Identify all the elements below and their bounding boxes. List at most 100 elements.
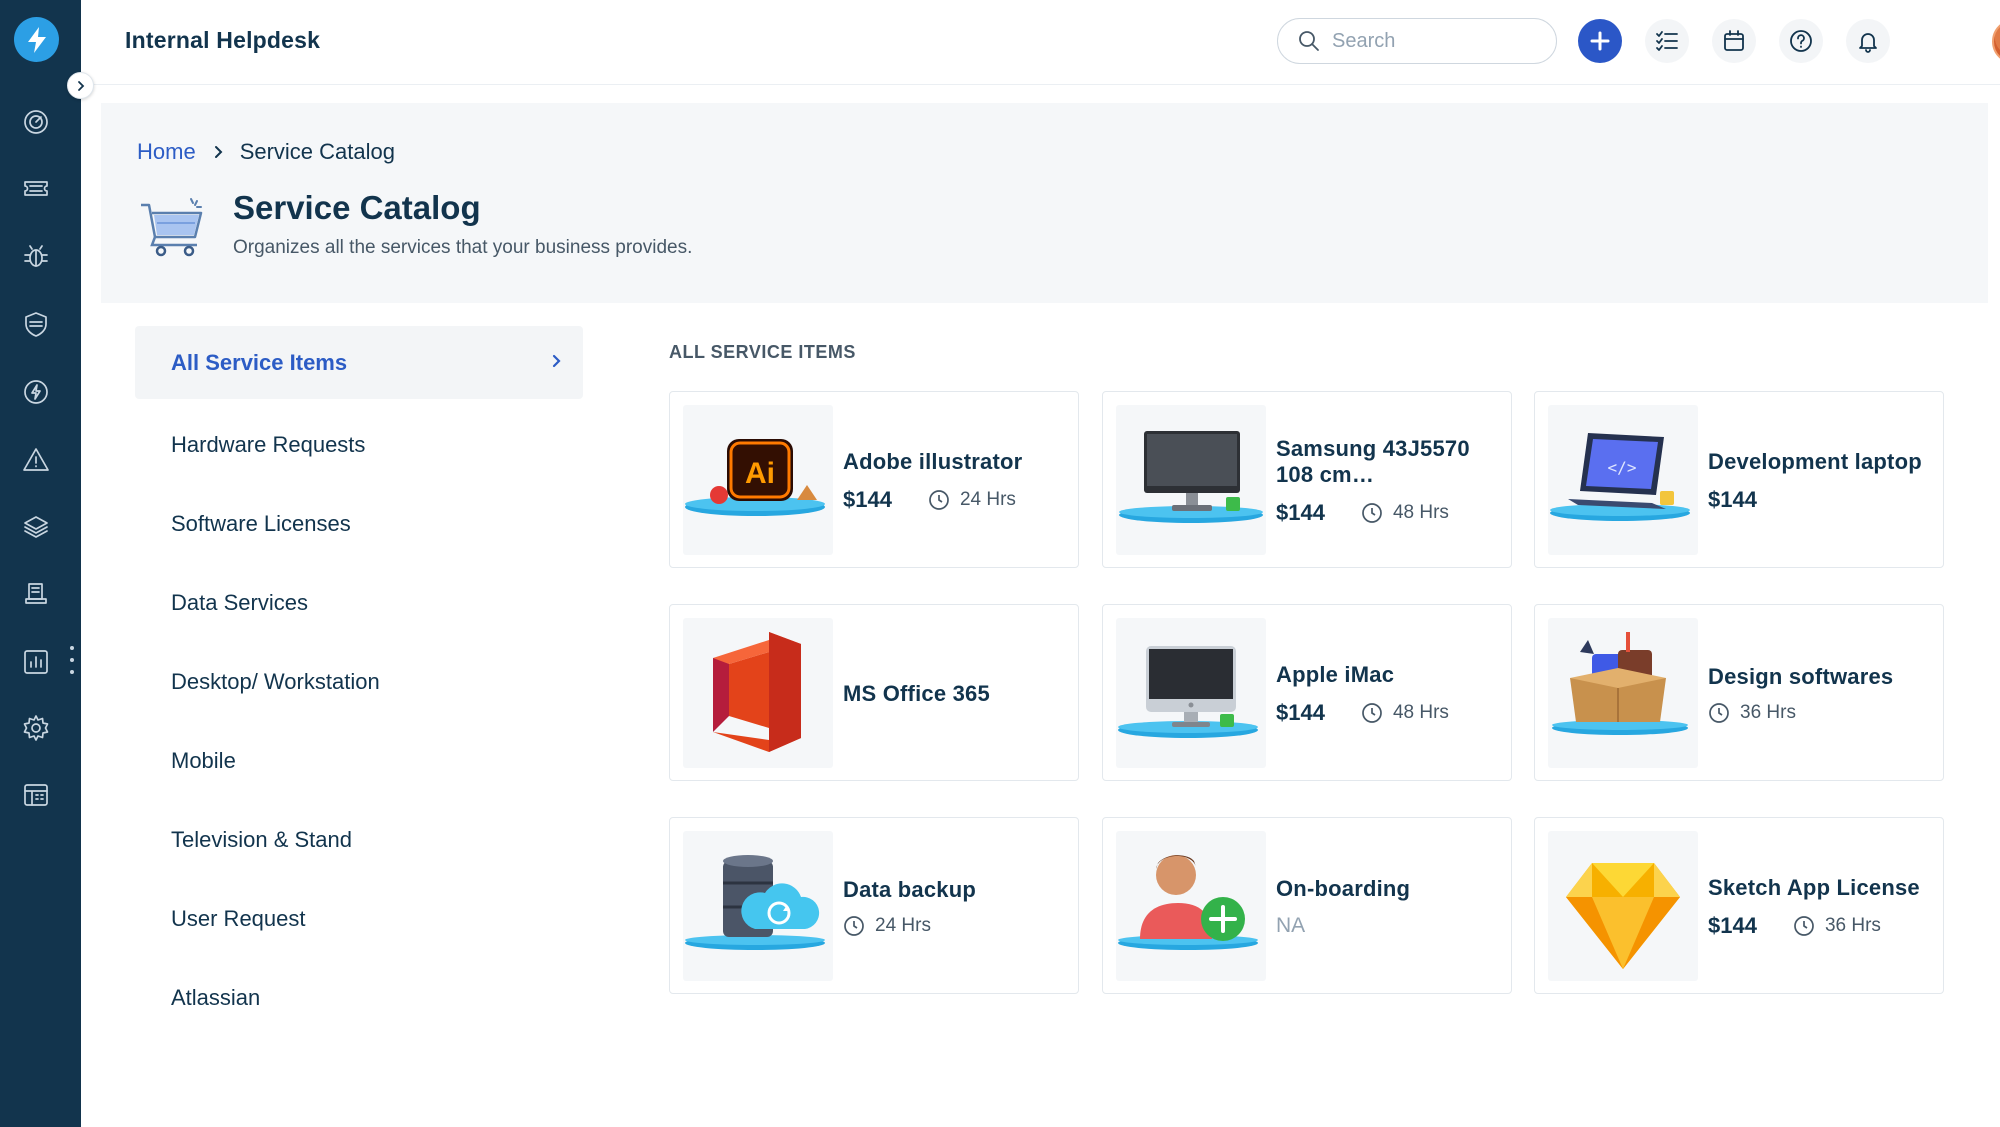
service-item-time-label: 24 Hrs — [875, 914, 931, 936]
service-item-name: Data backup — [843, 876, 977, 902]
category-all-service-items[interactable]: All Service Items — [135, 326, 583, 399]
changes-shield-icon[interactable] — [0, 300, 72, 348]
imac-icon — [1116, 618, 1266, 768]
service-item-name: MS Office 365 — [843, 680, 990, 706]
chevron-right-icon — [212, 145, 224, 159]
service-item-name: Adobe illustrator — [843, 448, 1023, 474]
clock-icon — [1794, 915, 1814, 936]
notifications-button[interactable] — [1846, 19, 1890, 63]
calendar-icon — [1724, 30, 1744, 51]
category-software-licenses[interactable]: Software Licenses — [135, 484, 583, 563]
service-item-name: Sketch App License — [1708, 874, 1920, 900]
monitor-icon — [1116, 405, 1266, 555]
service-item-card[interactable]: Sketch App License $144 36 Hrs — [1534, 817, 1944, 994]
service-item-card[interactable]: Apple iMac $144 48 Hrs — [1102, 604, 1512, 781]
section-label: ALL SERVICE ITEMS — [669, 342, 856, 362]
page-description: Organizes all the services that your bus… — [233, 237, 693, 258]
service-item-name: Apple iMac — [1276, 661, 1395, 687]
service-item-time: 48 Hrs — [1361, 502, 1449, 524]
help-question-icon — [1790, 30, 1812, 52]
todo-list-button[interactable] — [1645, 19, 1689, 63]
service-item-price: $144 — [1276, 499, 1325, 525]
more-options-icon[interactable] — [68, 646, 76, 674]
top-header: Internal Helpdesk — [81, 0, 2000, 85]
breadcrumb-current: Service Catalog — [239, 139, 395, 164]
search-box[interactable] — [1277, 18, 1557, 64]
breadcrumb-home-link[interactable]: Home — [137, 139, 196, 165]
service-item-time-label: 24 Hrs — [959, 488, 1016, 510]
ms-office-icon — [683, 618, 833, 768]
shopping-cart-icon — [141, 198, 203, 257]
category-television-stand[interactable]: Television & Stand — [135, 800, 583, 879]
service-item-name: Design softwares — [1708, 663, 1894, 689]
category-label: Atlassian — [171, 984, 261, 1010]
service-item-card[interactable]: Data backup 24 Hrs — [669, 817, 1079, 994]
design-box-icon — [1548, 618, 1698, 768]
calendar-button[interactable] — [1712, 19, 1756, 63]
service-item-price: $144 — [843, 486, 892, 512]
search-input[interactable] — [1332, 29, 1532, 53]
chevron-right-icon — [552, 354, 561, 368]
svg-text:</>: </> — [1608, 458, 1637, 477]
service-item-time-label: 36 Hrs — [1824, 914, 1881, 936]
plus-icon — [1590, 31, 1610, 51]
category-data-services[interactable]: Data Services — [135, 563, 583, 642]
clock-icon — [1709, 702, 1729, 723]
service-item-time: 36 Hrs — [1708, 702, 1796, 724]
user-avatar[interactable] — [1992, 19, 2000, 64]
category-desktop-workstation[interactable]: Desktop/ Workstation — [135, 642, 583, 721]
service-item-name: On-boarding — [1276, 875, 1411, 901]
clock-icon — [1362, 702, 1382, 723]
service-item-card[interactable]: MS Office 365 — [669, 604, 1079, 781]
breadcrumb: Home Service Catalog — [137, 139, 395, 165]
service-item-time-label: 48 Hrs — [1392, 501, 1449, 523]
service-item-time-label: 48 Hrs — [1392, 701, 1449, 723]
bell-icon — [1859, 33, 1877, 53]
category-label: Television & Stand — [171, 826, 352, 852]
service-item-name: Development laptop — [1708, 448, 1922, 474]
category-user-request[interactable]: User Request — [135, 879, 583, 958]
category-atlassian[interactable]: Atlassian — [135, 958, 583, 1037]
checklist-icon — [1656, 31, 1678, 51]
app-title: Internal Helpdesk — [125, 27, 321, 53]
alerts-warning-icon[interactable] — [0, 436, 72, 484]
clock-icon — [929, 489, 949, 510]
service-item-card[interactable]: Design softwares 36 Hrs — [1534, 604, 1944, 781]
service-item-price: $144 — [1708, 486, 1757, 512]
app-logo-icon[interactable] — [14, 17, 59, 62]
left-nav-rail — [0, 0, 81, 1127]
sketch-diamond-icon — [1548, 831, 1698, 981]
service-item-time: 24 Hrs — [928, 489, 1016, 511]
dashboard-icon[interactable] — [0, 98, 72, 146]
category-label: Hardware Requests — [171, 431, 366, 457]
apps-grid-icon[interactable] — [0, 771, 72, 819]
category-label: All Service Items — [171, 349, 348, 375]
category-mobile[interactable]: Mobile — [135, 721, 583, 800]
reports-chart-icon[interactable] — [0, 638, 72, 686]
category-label: Software Licenses — [171, 510, 351, 536]
page-header: Home Service Catalog Service Catalog Org… — [101, 103, 1988, 303]
laptop-icon: </> — [1548, 405, 1698, 555]
solutions-book-icon[interactable] — [0, 570, 72, 618]
cloud-backup-icon — [683, 831, 833, 981]
assets-layers-icon[interactable] — [0, 503, 72, 551]
tickets-icon[interactable] — [0, 164, 72, 212]
category-label: Desktop/ Workstation — [171, 668, 380, 694]
admin-settings-gear-icon[interactable] — [0, 704, 72, 752]
service-item-card[interactable]: </> Development laptop $144 — [1534, 391, 1944, 568]
problems-bug-icon[interactable] — [0, 232, 72, 280]
category-hardware-requests[interactable]: Hardware Requests — [135, 405, 583, 484]
help-button[interactable] — [1779, 19, 1823, 63]
service-item-card[interactable]: Samsung 43J5570 108 cm… $144 48 Hrs — [1102, 391, 1512, 568]
service-item-price: $144 — [1276, 699, 1325, 725]
category-label: Data Services — [171, 589, 308, 615]
expand-sidebar-chevron-icon[interactable] — [67, 72, 94, 99]
search-icon — [1299, 31, 1319, 51]
add-new-button[interactable] — [1578, 19, 1622, 63]
releases-bolt-icon[interactable] — [0, 368, 72, 416]
service-item-time: 24 Hrs — [843, 915, 931, 937]
service-item-card[interactable]: On-boarding NA — [1102, 817, 1512, 994]
service-item-time: 48 Hrs — [1361, 702, 1449, 724]
svg-text:Ai: Ai — [745, 457, 775, 490]
service-item-card[interactable]: Ai Adobe illustrator $144 24 Hrs — [669, 391, 1079, 568]
